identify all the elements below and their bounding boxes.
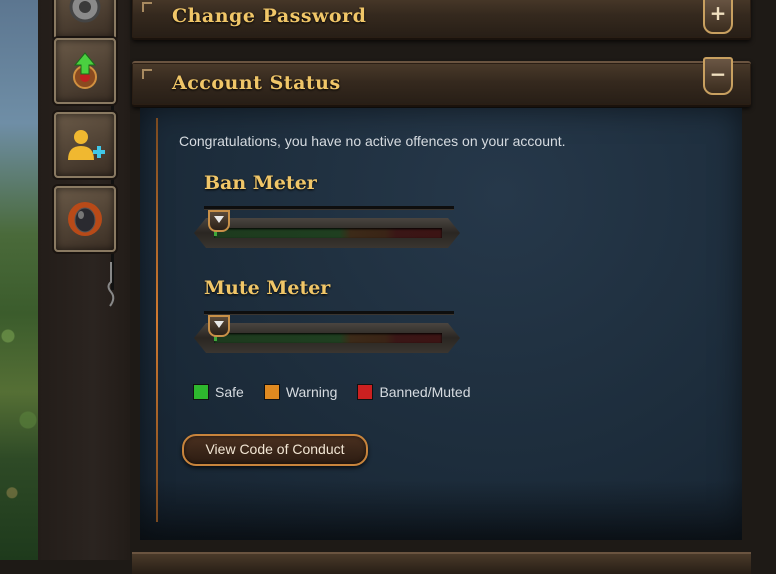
view-code-of-conduct-button[interactable]: View Code of Conduct [182,434,368,466]
hook-icon [107,262,115,307]
mute-meter-marker [208,315,230,337]
add-friend-button[interactable] [54,112,116,178]
legend-item-banned-muted: Banned/Muted [357,384,471,400]
legend-swatch [193,384,209,400]
gear-icon [69,0,101,23]
bomb-icon [68,202,102,236]
next-panel-header[interactable] [132,552,751,574]
legend-swatch [263,384,280,400]
legend-label: Warning [285,384,338,400]
legend-label: Banned/Muted [379,384,471,400]
ban-meter-rail [204,206,454,210]
legend-item-safe: Safe [193,384,244,400]
settings-button[interactable] [54,0,116,40]
mute-meter-rail [204,311,454,315]
add-friend-icon [68,130,105,160]
level-up-button[interactable] [54,38,116,104]
legend-item-warning: Warning [263,384,338,400]
meter-track [214,228,442,238]
expand-button[interactable]: + [703,0,733,34]
bomb-button[interactable] [54,186,116,252]
status-message: Congratulations, you have no active offe… [179,133,566,149]
mute-meter-title: Mute Meter [204,277,331,299]
ban-meter [194,218,460,248]
ban-meter-title: Ban Meter [204,172,317,194]
collapse-button[interactable]: − [703,57,733,95]
background-landscape [0,0,40,560]
legend-swatch [357,384,374,400]
change-password-header[interactable]: Change Password + [132,0,751,40]
mute-meter [194,323,460,353]
meter-track [214,333,442,343]
legend-label: Safe [215,384,244,400]
account-status-title: Account Status [172,72,341,94]
level-up-icon [73,52,97,89]
decorative-divider [156,118,158,522]
ban-meter-marker [208,210,230,232]
meter-legend: Safe Warning Banned/Muted [193,384,471,400]
sidebar [38,0,130,560]
account-status-header[interactable]: Account Status − [132,57,751,107]
change-password-title: Change Password [172,5,367,27]
